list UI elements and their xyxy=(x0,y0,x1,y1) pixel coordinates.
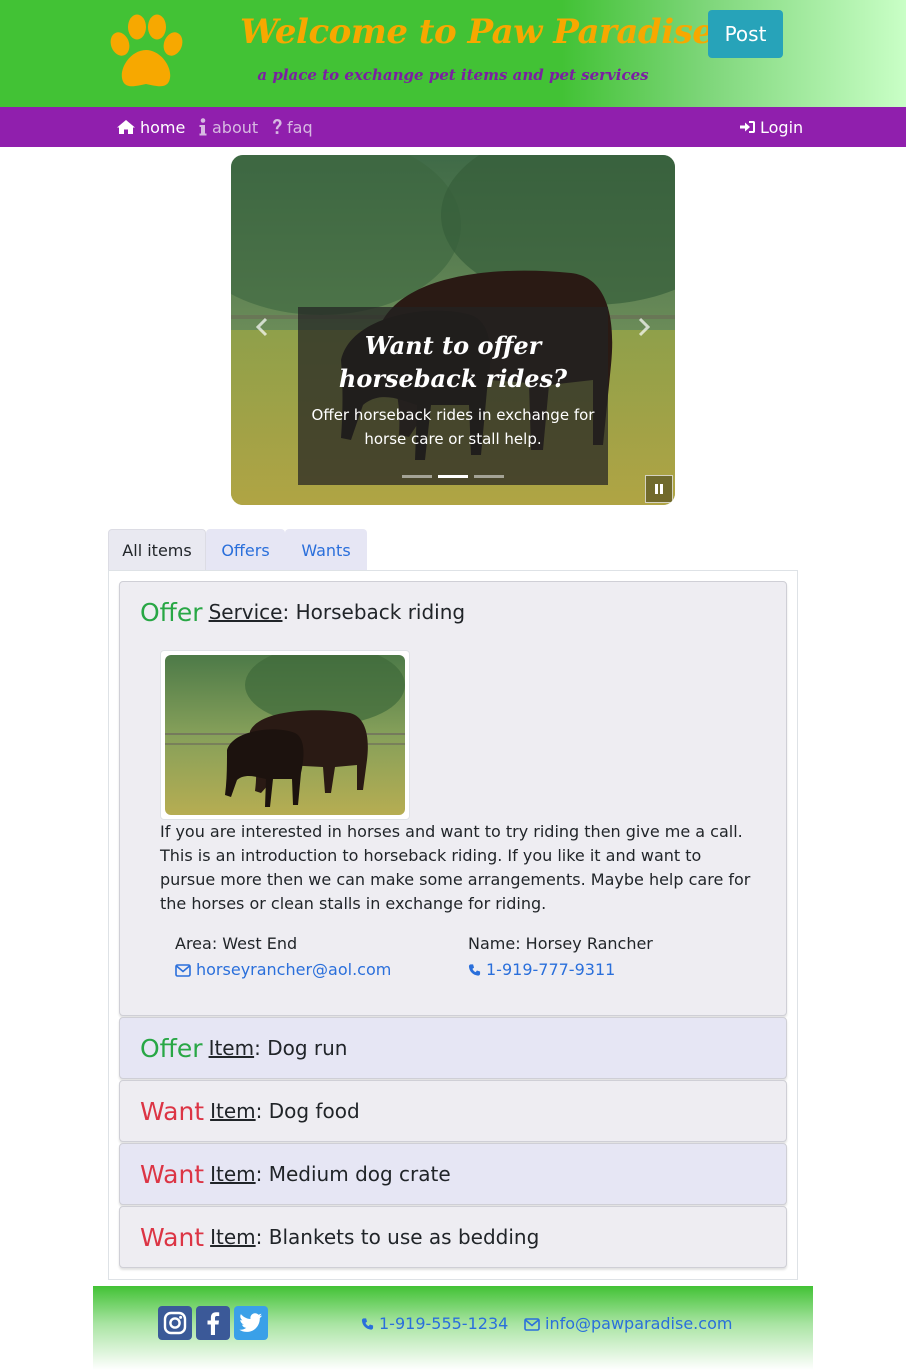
facebook-icon xyxy=(207,1312,220,1335)
carousel-indicators xyxy=(402,475,504,478)
caption-text: Offer horseback rides in exchange for ho… xyxy=(311,406,595,448)
listing-card: Want Item: Medium dog crate xyxy=(119,1143,787,1205)
twitter-link[interactable] xyxy=(234,1306,268,1340)
listing-area: Area: West End xyxy=(175,934,298,953)
listing-separator: : xyxy=(255,1225,269,1249)
info-icon xyxy=(199,118,207,136)
carousel-pause-button[interactable] xyxy=(645,475,673,503)
nav-item-label: home xyxy=(140,117,186,137)
site-footer: 1-919-555-1234 info@pawparadise.com xyxy=(93,1286,813,1370)
login-label: Login xyxy=(760,117,804,137)
listing-kind: Want xyxy=(140,1222,205,1252)
footer-phone: 1-919-555-1234 xyxy=(379,1314,509,1333)
listing-separator: : xyxy=(254,1036,268,1060)
listing-title: Blankets to use as bedding xyxy=(268,1225,540,1249)
carousel-next-icon[interactable] xyxy=(631,315,655,339)
listing-header[interactable]: Offer Item: Dog run xyxy=(140,1018,347,1078)
tab-wants[interactable]: Wants xyxy=(285,529,367,571)
listing-kind: Want xyxy=(140,1159,205,1189)
listing-header[interactable]: Want Item: Blankets to use as bedding xyxy=(140,1207,539,1267)
listing-card: Offer Item: Dog run xyxy=(119,1017,787,1079)
listing-kind: Offer xyxy=(140,597,203,627)
site-tagline: a place to exchange pet items and pet se… xyxy=(257,66,649,84)
listing-title: Medium dog crate xyxy=(268,1162,451,1186)
listing-card: Want Item: Blankets to use as bedding xyxy=(119,1206,787,1268)
carousel-indicator[interactable] xyxy=(438,475,468,478)
main-nav: home about faq Login xyxy=(0,107,906,147)
twitter-icon xyxy=(239,1313,262,1332)
listing-description: If you are interested in horses and want… xyxy=(160,822,751,913)
listing-category: Item xyxy=(208,1036,255,1060)
nav-item-faq[interactable]: faq xyxy=(271,107,313,147)
listing-title: Dog food xyxy=(268,1099,360,1123)
listing-title: Horseback riding xyxy=(295,600,466,624)
carousel-caption: Want to offer horseback rides? Offer hor… xyxy=(298,307,608,485)
carousel-prev-icon[interactable] xyxy=(251,315,275,339)
nav-item-home[interactable]: home xyxy=(116,107,185,147)
instagram-icon xyxy=(163,1311,187,1335)
paw-icon xyxy=(110,14,183,87)
tab-all-items[interactable]: All items xyxy=(108,529,206,571)
listing-header[interactable]: Want Item: Dog food xyxy=(140,1081,360,1141)
hero-carousel: Want to offer horseback rides? Offer hor… xyxy=(231,155,675,505)
instagram-link[interactable] xyxy=(158,1306,192,1340)
home-icon xyxy=(117,120,135,134)
listing-header[interactable]: Want Item: Medium dog crate xyxy=(140,1144,451,1204)
listing-kind: Want xyxy=(140,1096,205,1126)
nav-item-label: faq xyxy=(287,117,313,137)
site-header: Welcome to Paw Paradise a place to excha… xyxy=(0,0,906,107)
caption-title: Want to offer horseback rides? xyxy=(338,331,568,393)
listing-category: Item xyxy=(210,1099,256,1123)
site-title: Welcome to Paw Paradise xyxy=(240,12,714,52)
carousel-indicator[interactable] xyxy=(402,475,432,478)
nav-item-label: about xyxy=(212,117,259,137)
footer-email: info@pawparadise.com xyxy=(545,1314,733,1333)
post-button[interactable]: Post xyxy=(708,10,783,58)
listing-title: Dog run xyxy=(267,1036,348,1060)
listing-category: Item xyxy=(210,1162,256,1186)
login-link[interactable]: Login xyxy=(739,107,803,147)
listing-separator: : xyxy=(255,1099,269,1123)
footer-phone-link[interactable]: 1-919-555-1234 xyxy=(361,1314,508,1333)
question-icon xyxy=(273,119,282,134)
facebook-link[interactable] xyxy=(196,1306,230,1340)
listing-card: Want Item: Dog food xyxy=(119,1080,787,1142)
listing-separator: : xyxy=(255,1162,269,1186)
listing-email: horseyrancher@aol.com xyxy=(196,960,392,979)
listing-email-link[interactable]: horseyrancher@aol.com xyxy=(175,960,391,979)
listing-phone: 1-919-777-9311 xyxy=(486,960,616,979)
carousel-indicator[interactable] xyxy=(474,475,504,478)
listing-kind: Offer xyxy=(140,1033,203,1063)
listing-name: Name: Horsey Rancher xyxy=(468,934,653,953)
pause-icon xyxy=(655,484,663,494)
listing-category: Service xyxy=(208,600,283,624)
listing-category: Item xyxy=(210,1225,256,1249)
envelope-icon xyxy=(175,964,191,977)
horse-photo xyxy=(165,655,405,815)
listing-phone-link[interactable]: 1-919-777-9311 xyxy=(468,960,615,979)
listing-separator: : xyxy=(282,600,296,624)
sign-in-icon xyxy=(740,121,755,133)
nav-item-about[interactable]: about xyxy=(198,107,258,147)
listing-header[interactable]: Offer Service: Horseback riding xyxy=(140,582,465,642)
footer-email-link[interactable]: info@pawparadise.com xyxy=(524,1314,732,1333)
listing-card: Offer Service: Horseback riding If you a… xyxy=(119,581,787,1016)
envelope-icon xyxy=(524,1318,540,1331)
listing-image xyxy=(160,650,410,820)
tab-offers[interactable]: Offers xyxy=(206,529,285,571)
phone-icon xyxy=(361,1318,374,1330)
phone-icon xyxy=(468,964,481,976)
